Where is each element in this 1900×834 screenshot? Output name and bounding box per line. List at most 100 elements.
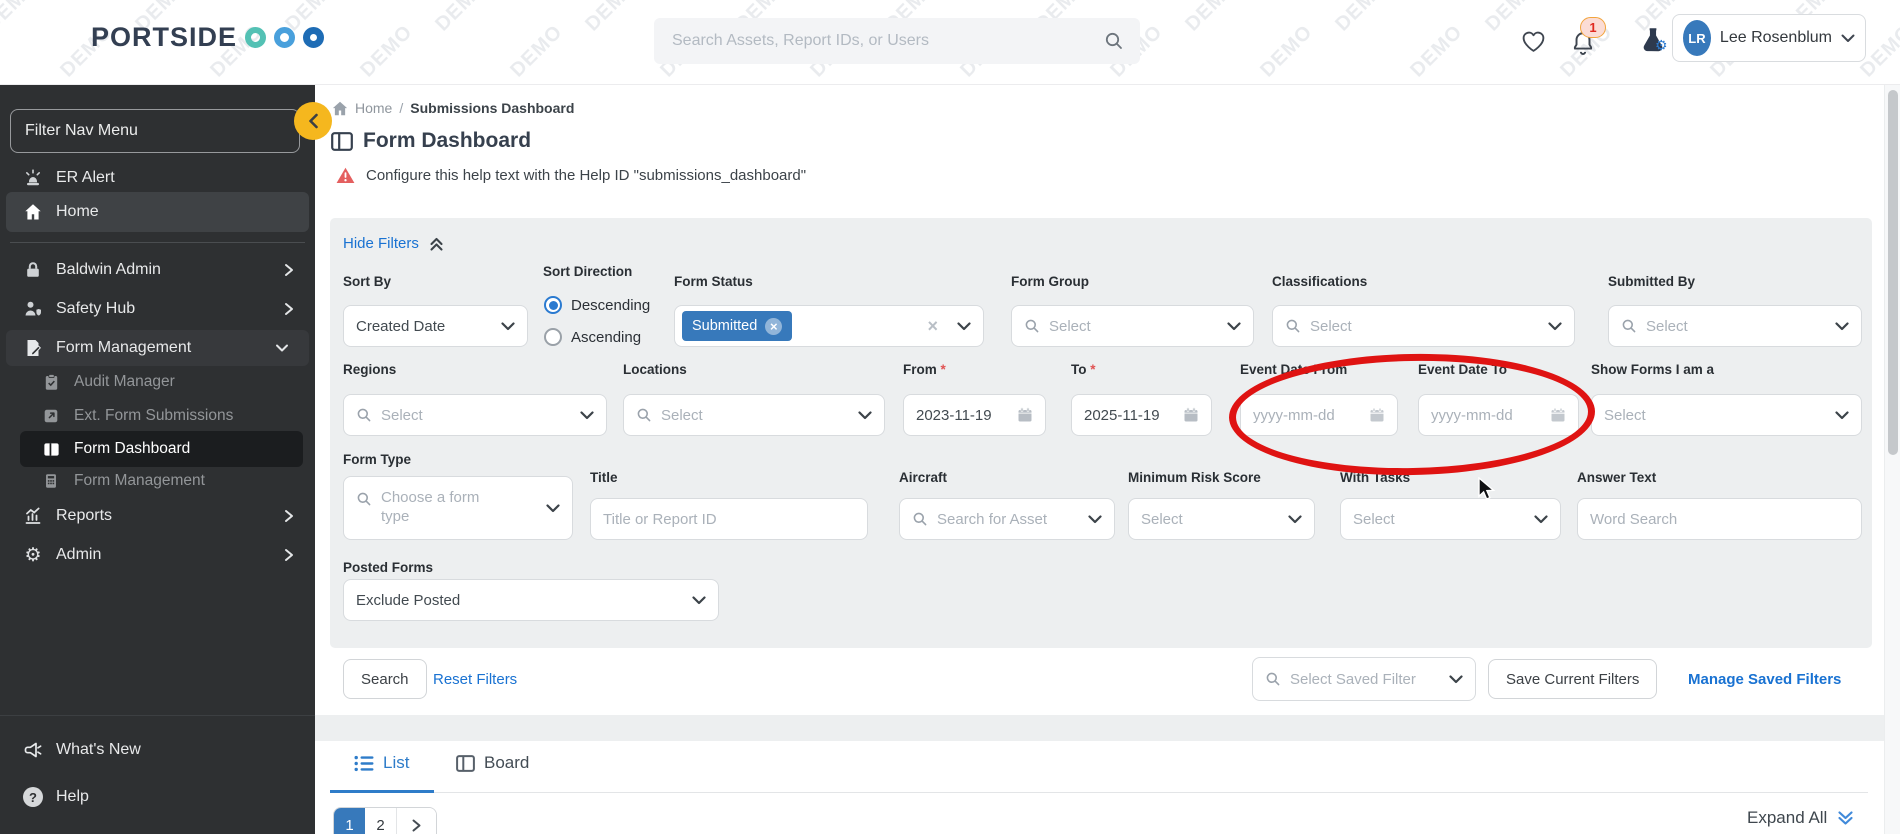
search-icon	[1265, 671, 1281, 687]
expand-all-button[interactable]: Expand All	[1747, 808, 1854, 828]
gear-icon: ⚙	[24, 544, 42, 566]
global-search[interactable]	[654, 18, 1140, 64]
search-button[interactable]: Search	[343, 659, 427, 699]
submitted-by-select[interactable]: Select	[1608, 305, 1862, 347]
external-link-icon	[40, 407, 62, 425]
tab-list[interactable]: List	[354, 753, 409, 773]
sidebar-item-form-management[interactable]: Form Management	[6, 330, 309, 366]
form-status-chip-label: Submitted	[692, 318, 758, 334]
regions-select[interactable]: Select	[343, 394, 607, 436]
classifications-select[interactable]: Select	[1272, 305, 1575, 347]
sort-direction-descending-option[interactable]: Descending	[544, 296, 650, 314]
sidebar-item-label: Form Management	[74, 472, 205, 489]
lab-settings-flask-icon[interactable]: ⚙	[1638, 26, 1668, 56]
answer-text-input[interactable]	[1577, 498, 1862, 540]
calendar-icon[interactable]	[1369, 407, 1385, 423]
sidebar-item-ext-form-submissions[interactable]: Ext. Form Submissions	[0, 400, 315, 432]
sidebar-item-label: Admin	[56, 546, 102, 563]
page-button-1[interactable]: 1	[334, 808, 365, 834]
sort-by-select[interactable]: Created Date	[343, 305, 528, 347]
breadcrumb-home-link[interactable]: Home	[355, 100, 392, 116]
filters-panel: Hide Filters Sort By Created Date Sort D…	[330, 218, 1872, 648]
search-icon	[1285, 318, 1301, 334]
to-date-input[interactable]	[1071, 394, 1212, 436]
event-date-to-label: Event Date To	[1418, 362, 1508, 377]
event-date-from-label: Event Date From	[1240, 362, 1348, 377]
sidebar-item-baldwin-admin[interactable]: Baldwin Admin	[0, 252, 315, 288]
reset-filters-link[interactable]: Reset Filters	[433, 671, 517, 688]
sidebar-item-form-management-sub[interactable]: Form Management	[0, 465, 315, 497]
hide-filters-link[interactable]: Hide Filters	[343, 235, 444, 252]
manage-saved-filters-link[interactable]: Manage Saved Filters	[1688, 671, 1841, 688]
logo[interactable]: PORTSIDE	[91, 22, 325, 53]
page-help-row: Configure this help text with the Help I…	[336, 167, 806, 184]
logo-text: PORTSIDE	[91, 22, 238, 52]
event-date-from-input[interactable]	[1240, 394, 1398, 436]
favorites-heart-icon[interactable]	[1521, 30, 1546, 53]
sidebar-item-admin[interactable]: ⚙ Admin	[0, 537, 315, 573]
sidebar-item-safety-hub[interactable]: Safety Hub	[0, 291, 315, 327]
event-date-to-field[interactable]	[1431, 406, 1541, 424]
remove-chip-icon[interactable]: ×	[765, 317, 783, 335]
scrollbar-thumb[interactable]	[1888, 90, 1898, 455]
form-group-select[interactable]: Select	[1011, 305, 1254, 347]
aircraft-select[interactable]: Search for Asset	[899, 498, 1115, 540]
show-forms-select[interactable]: Select	[1591, 394, 1862, 436]
posted-forms-select[interactable]: Exclude Posted	[343, 579, 719, 621]
page-title-row: Form Dashboard	[331, 129, 531, 153]
logo-ring-lightblue-icon	[274, 27, 296, 48]
radio-descending[interactable]	[544, 296, 562, 314]
form-status-chip[interactable]: Submitted ×	[682, 311, 793, 341]
sidebar-item-help[interactable]: ? Help	[0, 779, 315, 815]
radio-ascending[interactable]	[544, 328, 562, 346]
event-date-to-input[interactable]	[1418, 394, 1579, 436]
user-menu[interactable]: LR Lee Rosenblum	[1672, 14, 1866, 62]
sidebar-item-reports[interactable]: Reports	[0, 498, 315, 534]
to-date-field[interactable]	[1084, 406, 1174, 424]
saved-filter-select[interactable]: Select Saved Filter	[1252, 657, 1476, 701]
chevron-down-icon	[1227, 321, 1241, 331]
search-icon[interactable]	[1104, 31, 1124, 51]
calendar-icon[interactable]	[1183, 407, 1199, 423]
tabs-baseline	[330, 792, 1868, 793]
sidebar-item-whats-new[interactable]: What's New	[0, 732, 315, 768]
sidebar-item-label: Help	[56, 788, 89, 805]
breadcrumb-current: Submissions Dashboard	[410, 100, 575, 116]
global-search-input[interactable]	[670, 31, 1104, 51]
minimum-risk-score-select[interactable]: Select	[1128, 498, 1315, 540]
tab-board[interactable]: Board	[456, 753, 529, 773]
submitted-by-label: Submitted By	[1608, 274, 1696, 289]
page-button-2[interactable]: 2	[365, 808, 396, 834]
title-field[interactable]	[603, 510, 855, 528]
next-page-button[interactable]	[396, 808, 436, 834]
notification-badge[interactable]: 1	[1580, 17, 1606, 38]
form-type-select[interactable]: Choose a form type	[343, 476, 573, 540]
sidebar-collapse-button[interactable]	[294, 102, 332, 140]
sidebar-item-er-alert[interactable]: ER Alert	[0, 160, 315, 196]
sidebar-item-form-dashboard[interactable]: Form Dashboard	[20, 431, 303, 467]
required-mark: *	[1090, 362, 1096, 377]
from-date-input[interactable]	[903, 394, 1046, 436]
pagination: 1 2	[333, 807, 437, 834]
from-date-field[interactable]	[916, 406, 1008, 424]
nav-filter-input[interactable]	[10, 109, 300, 153]
locations-select[interactable]: Select	[623, 394, 885, 436]
home-icon[interactable]	[332, 101, 348, 116]
minimum-risk-score-label: Minimum Risk Score	[1128, 470, 1261, 485]
form-status-multiselect[interactable]: Submitted × ×	[674, 305, 984, 347]
with-tasks-select[interactable]: Select	[1340, 498, 1561, 540]
title-input[interactable]	[590, 498, 868, 540]
calendar-icon[interactable]	[1017, 407, 1033, 423]
answer-text-field[interactable]	[1590, 510, 1849, 528]
sidebar-item-audit-manager[interactable]: Audit Manager	[0, 366, 315, 398]
clipboard-check-icon	[40, 373, 62, 392]
sidebar-item-home[interactable]: Home	[6, 192, 309, 232]
search-icon	[1621, 318, 1637, 334]
search-icon	[356, 491, 372, 507]
clear-icon[interactable]: ×	[927, 317, 938, 335]
event-date-from-field[interactable]	[1253, 406, 1360, 424]
save-current-filters-button[interactable]: Save Current Filters	[1488, 659, 1658, 699]
sort-direction-ascending-option[interactable]: Ascending	[544, 328, 641, 346]
calendar-icon[interactable]	[1550, 407, 1566, 423]
hide-filters-label[interactable]: Hide Filters	[343, 235, 419, 252]
